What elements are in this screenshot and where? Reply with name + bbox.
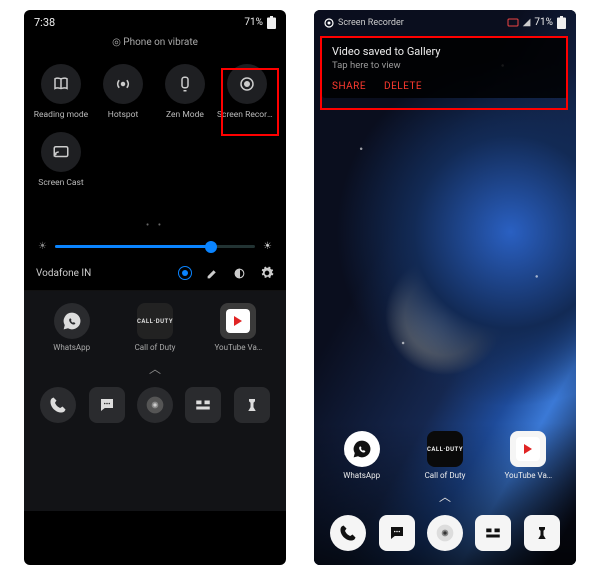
quick-settings-tiles: Reading mode Hotspot Zen Mode Screen Rec… bbox=[24, 58, 286, 200]
brightness-slider[interactable]: ☀ ☀ bbox=[24, 237, 286, 262]
cast-status-icon bbox=[507, 18, 519, 28]
notification-toast[interactable]: Video saved to Gallery Tap here to view … bbox=[322, 37, 568, 98]
dock-app-grid[interactable] bbox=[475, 515, 511, 551]
clock: 7:38 bbox=[34, 16, 55, 29]
tile-hotspot[interactable]: Hotspot bbox=[92, 64, 154, 120]
status-icons: ◢ 71% bbox=[507, 16, 566, 29]
theme-icon[interactable] bbox=[233, 267, 246, 280]
whatsapp-icon bbox=[62, 311, 82, 331]
app-label: YouTube Va… bbox=[211, 343, 265, 352]
tile-label: Screen Cast bbox=[31, 178, 91, 188]
vibrate-text: Phone on vibrate bbox=[123, 37, 198, 48]
dock-chrome[interactable] bbox=[427, 515, 463, 551]
tile-label: Hotspot bbox=[93, 110, 153, 120]
slider-thumb[interactable] bbox=[205, 241, 217, 253]
phone-icon bbox=[339, 524, 357, 542]
tile-label: Screen Recorder bbox=[217, 110, 277, 120]
record-dot-icon bbox=[324, 18, 334, 28]
status-icons: 71% bbox=[244, 16, 276, 29]
app-youtube[interactable]: YouTube Va… bbox=[211, 303, 265, 352]
dock bbox=[30, 383, 280, 431]
whatsapp-icon bbox=[352, 439, 372, 459]
recording-label: Screen Recorder bbox=[338, 18, 404, 28]
tile-screen-cast[interactable]: Screen Cast bbox=[30, 132, 92, 188]
grid-icon bbox=[194, 396, 212, 414]
home-screen: WhatsApp CALL·DUTY Call of Duty YouTube … bbox=[24, 291, 286, 511]
gear-icon[interactable] bbox=[260, 266, 274, 280]
battery-text: 71% bbox=[534, 17, 553, 28]
cast-icon bbox=[52, 143, 70, 161]
app-youtube[interactable]: YouTube Va… bbox=[501, 431, 555, 480]
app-label: Call of Duty bbox=[128, 343, 182, 352]
edit-icon[interactable] bbox=[206, 267, 219, 280]
vibrate-icon: ◎ bbox=[112, 37, 123, 48]
user-icon[interactable] bbox=[178, 266, 192, 280]
dock bbox=[320, 511, 570, 559]
toast-title: Video saved to Gallery bbox=[332, 45, 558, 58]
hotspot-icon bbox=[114, 75, 132, 93]
tile-label: Reading mode bbox=[31, 110, 91, 120]
tile-screen-recorder[interactable]: Screen Recorder bbox=[216, 64, 278, 120]
cod-icon: CALL·DUTY bbox=[427, 431, 463, 467]
youtube-icon bbox=[510, 431, 546, 467]
tile-zen-mode[interactable]: Zen Mode bbox=[154, 64, 216, 120]
dock-phone[interactable] bbox=[40, 387, 76, 423]
app-drawer-handle[interactable]: ︿ bbox=[320, 488, 570, 505]
app-label: WhatsApp bbox=[335, 471, 389, 480]
cod-icon: CALL·DUTY bbox=[137, 303, 173, 339]
app-label: YouTube Va… bbox=[501, 471, 555, 480]
youtube-icon bbox=[220, 303, 256, 339]
phone-quick-settings: 7:38 71% ◎ Phone on vibrate Reading mode… bbox=[24, 10, 286, 565]
dock-phone[interactable] bbox=[330, 515, 366, 551]
dock-messages[interactable] bbox=[379, 515, 415, 551]
qs-footer: Vodafone IN bbox=[24, 262, 286, 290]
slider-track[interactable] bbox=[55, 245, 255, 248]
messages-icon bbox=[98, 396, 116, 414]
carrier-label: Vodafone IN bbox=[36, 268, 91, 279]
tile-label: Zen Mode bbox=[155, 110, 215, 120]
vibrate-indicator: ◎ Phone on vibrate bbox=[24, 33, 286, 58]
toast-subtitle: Tap here to view bbox=[332, 60, 558, 71]
pubg-icon bbox=[533, 524, 551, 542]
app-row: WhatsApp CALL·DUTY Call of Duty YouTube … bbox=[30, 303, 280, 352]
brightness-high-icon: ☀ bbox=[263, 241, 272, 252]
chrome-icon bbox=[145, 395, 165, 415]
tile-reading-mode[interactable]: Reading mode bbox=[30, 64, 92, 120]
phone-recording-saved: Screen Recorder ◢ 71% Video saved to Gal… bbox=[314, 10, 576, 565]
dock-pubg[interactable] bbox=[524, 515, 560, 551]
dock-messages[interactable] bbox=[89, 387, 125, 423]
zen-icon bbox=[176, 75, 194, 93]
page-indicator: • • bbox=[24, 220, 286, 231]
battery-text: 71% bbox=[244, 17, 263, 28]
book-icon bbox=[52, 75, 70, 93]
phone-icon bbox=[49, 396, 67, 414]
pubg-icon bbox=[243, 396, 261, 414]
slider-fill bbox=[55, 245, 211, 248]
battery-icon bbox=[557, 16, 566, 29]
status-bar: Screen Recorder ◢ 71% bbox=[314, 10, 576, 33]
app-label: WhatsApp bbox=[45, 343, 99, 352]
app-drawer-handle[interactable]: ︿ bbox=[30, 360, 280, 377]
dock-app-grid[interactable] bbox=[185, 387, 221, 423]
battery-icon bbox=[267, 16, 276, 29]
app-call-of-duty[interactable]: CALL·DUTY Call of Duty bbox=[128, 303, 182, 352]
dock-pubg[interactable] bbox=[234, 387, 270, 423]
brightness-low-icon: ☀ bbox=[38, 241, 47, 252]
app-whatsapp[interactable]: WhatsApp bbox=[335, 431, 389, 480]
app-label: Call of Duty bbox=[418, 471, 472, 480]
status-bar: 7:38 71% bbox=[24, 10, 286, 33]
app-whatsapp[interactable]: WhatsApp bbox=[45, 303, 99, 352]
dock-chrome[interactable] bbox=[137, 387, 173, 423]
home-screen: WhatsApp CALL·DUTY Call of Duty YouTube … bbox=[314, 423, 576, 565]
messages-icon bbox=[388, 524, 406, 542]
app-call-of-duty[interactable]: CALL·DUTY Call of Duty bbox=[418, 431, 472, 480]
grid-icon bbox=[484, 524, 502, 542]
toast-share-button[interactable]: SHARE bbox=[332, 81, 366, 92]
app-row: WhatsApp CALL·DUTY Call of Duty YouTube … bbox=[320, 431, 570, 480]
record-icon bbox=[238, 75, 256, 93]
chrome-icon bbox=[435, 523, 455, 543]
toast-delete-button[interactable]: DELETE bbox=[384, 81, 422, 92]
